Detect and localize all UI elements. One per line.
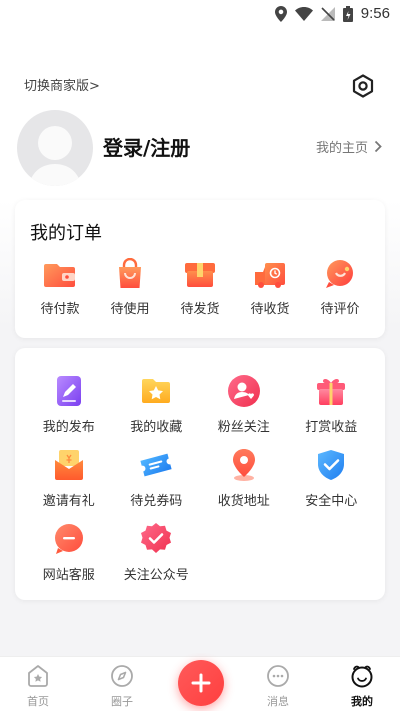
my-homepage-label: 我的主页 [315,141,368,156]
wifi-status-icon [294,6,313,21]
plus-icon [191,673,211,693]
service-label: 待兑券码 [130,494,183,509]
verified-badge-icon [141,523,172,553]
status-time: 9:56 [360,5,390,22]
star-folder-icon [142,379,171,403]
service-customer-support[interactable]: 网站客服 [25,522,113,590]
order-to-receive[interactable]: 待收货 [235,258,305,317]
message-icon [267,665,289,687]
settings-button[interactable] [350,73,376,99]
location-status-icon [274,5,287,22]
profile-icon [351,665,373,688]
chat-bubble-icon [54,524,83,554]
tab-circle[interactable]: 圈子 [92,663,152,709]
order-status-row: 待付款 待使用 待发货 待收货 待评价 [15,258,385,317]
services-grid: 我的发布 我的收藏 粉丝关注 打赏收益 邀请有礼 待兑券码 收货地址 安全中心 … [25,374,375,590]
service-label: 关注公众号 [123,568,189,583]
service-invite-gift[interactable]: 邀请有礼 [25,448,113,516]
service-shipping-address[interactable]: 收货地址 [200,448,288,516]
wallet-icon [44,264,75,287]
tab-home[interactable]: 首页 [8,663,68,709]
gift-icon [317,378,346,405]
service-label: 收货地址 [217,494,270,509]
order-label: 待发货 [180,302,220,317]
shopping-bag-icon [119,258,141,288]
red-envelope-icon [54,450,83,480]
tab-mine[interactable]: 我的 [332,663,392,709]
order-to-ship[interactable]: 待发货 [165,258,235,317]
compass-icon [111,665,133,687]
service-label: 我的收藏 [130,420,183,435]
service-label: 安全中心 [305,494,358,509]
fans-heart-icon [227,375,260,407]
home-icon [28,665,48,687]
order-label: 待评价 [320,302,360,317]
truck-icon [255,263,285,288]
status-icons: 9:56 [274,5,390,22]
comment-icon [326,260,353,288]
tab-messages[interactable]: 消息 [248,663,308,709]
tab-label: 我的 [351,695,373,708]
no-signal-status-icon [320,6,335,21]
tab-label: 消息 [267,695,289,708]
login-register-title[interactable]: 登录/注册 [103,132,190,161]
service-my-posts[interactable]: 我的发布 [25,374,113,442]
settings-hexagon-icon [352,74,374,98]
service-label: 粉丝关注 [217,420,270,435]
publish-fab-button[interactable] [178,660,224,706]
service-tip-income[interactable]: 打赏收益 [288,374,376,442]
order-label: 待收货 [250,302,290,317]
service-my-favorites[interactable]: 我的收藏 [113,374,201,442]
location-pin-icon [232,449,255,481]
service-label: 网站客服 [42,568,95,583]
services-card: 我的发布 我的收藏 粉丝关注 打赏收益 邀请有礼 待兑券码 收货地址 安全中心 … [15,348,385,600]
order-to-use[interactable]: 待使用 [95,258,165,317]
my-homepage-link[interactable]: 我的主页 [316,137,382,156]
order-label: 待使用 [110,302,150,317]
default-avatar-icon [29,126,81,186]
status-bar: 9:56 [0,0,400,28]
service-label: 打赏收益 [305,420,358,435]
switch-merchant-link[interactable]: 切换商家版> [24,75,100,94]
edit-document-icon [56,376,81,406]
service-coupon-codes[interactable]: 待兑券码 [113,448,201,516]
service-security-center[interactable]: 安全中心 [288,448,376,516]
my-orders-card: 我的订单 待付款 待使用 待发货 待收货 待评价 [15,200,385,338]
order-pending-payment[interactable]: 待付款 [25,258,95,317]
service-label: 邀请有礼 [42,494,95,509]
order-label: 待付款 [40,302,80,317]
shield-check-icon [318,450,345,480]
ticket-icon [140,453,172,477]
battery-status-icon [342,5,353,22]
tab-label: 圈子 [111,695,133,708]
service-fans-follow[interactable]: 粉丝关注 [200,374,288,442]
service-follow-official-account[interactable]: 关注公众号 [113,522,201,590]
orders-title: 我的订单 [30,223,102,244]
tab-label: 首页 [27,695,49,708]
box-icon [185,263,215,287]
service-label: 我的发布 [42,420,95,435]
chevron-right-icon [374,140,382,153]
avatar[interactable] [17,110,93,186]
order-to-review[interactable]: 待评价 [305,258,375,317]
